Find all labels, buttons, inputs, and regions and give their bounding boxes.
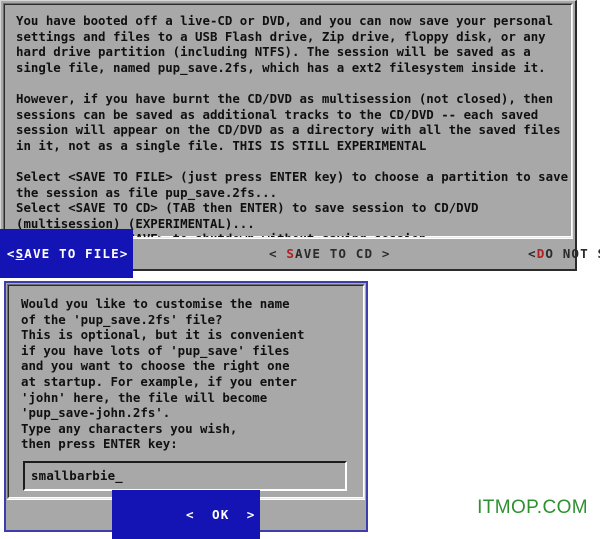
message-line: Select <SAVE TO FILE> (just press ENTER … — [16, 168, 569, 184]
save-to-cd-open-bracket: < — [268, 245, 287, 261]
message-line: settings and files to a USB Flash drive,… — [16, 28, 546, 44]
save-session-message-text: You have booted off a live-CD or DVD, an… — [16, 13, 569, 237]
message-line — [16, 75, 563, 91]
save-to-file-close-bracket: > — [119, 245, 129, 261]
save-session-dialog: You have booted off a live-CD or DVD, an… — [0, 0, 600, 278]
message-line: session will appear on the CD/DVD as a d… — [16, 122, 561, 138]
save-session-message-panel: You have booted off a live-CD or DVD, an… — [3, 3, 573, 238]
watermark-itmop: ITMOP.COM — [477, 497, 588, 518]
do-not-save-open-bracket: < — [528, 245, 537, 261]
customise-name-message-text: Would you like to customise the name of t… — [21, 296, 355, 452]
save-to-file-button[interactable]: <SAVE TO FILE> — [0, 228, 134, 278]
message-line: Type any characters you wish, — [21, 420, 238, 436]
filename-entry-wrapper: smallbarbie_ — [23, 460, 347, 491]
message-line: Would you like to customise the name — [21, 296, 290, 311]
do-not-save-button[interactable]: <DO NOT SAVE > — [455, 229, 600, 278]
message-line: if you have lots of 'pup_save' files — [21, 342, 290, 358]
save-to-cd-hotkey: S — [286, 245, 296, 261]
save-to-cd-close-bracket: > — [373, 245, 391, 261]
message-line: single file, named pup_save.2fs, which h… — [16, 59, 546, 75]
message-line — [16, 153, 563, 169]
message-line: 'pup_save-john.2fs'. — [21, 405, 171, 421]
message-line: then press ENTER key: — [21, 436, 178, 452]
filename-input[interactable]: smallbarbie_ — [23, 460, 347, 491]
message-line: This is optional, but it is convenient — [21, 327, 305, 343]
do-not-save-label: O NOT SAVE — [545, 245, 600, 261]
message-line: sessions can be saved as additional trac… — [16, 106, 539, 122]
save-to-file-open-bracket: < — [6, 245, 16, 261]
save-session-dialog-frame: You have booted off a live-CD or DVD, an… — [0, 0, 600, 278]
customise-name-button-bar: < OK > — [7, 490, 365, 539]
customise-name-dialog-frame: Would you like to customise the name of t… — [4, 281, 368, 539]
message-line: 'john' here, the file will become — [21, 389, 268, 405]
ok-label: OK — [203, 507, 239, 522]
message-line: in it, not as a single file. THIS IS STI… — [16, 137, 427, 153]
message-line: hard drive partition (including NTFS). T… — [16, 44, 531, 60]
message-line: of the 'pup_save.2fs' file? — [21, 311, 223, 327]
message-line: However, if you have burnt the CD/DVD as… — [16, 90, 554, 106]
save-session-button-bar: <SAVE TO FILE> < SAVE TO CD > <DO NOT SA… — [0, 228, 600, 278]
message-line: the session as file pup_save.2fs... — [16, 184, 278, 200]
save-to-file-hotkey: S — [15, 245, 25, 261]
message-line: Select <SAVE TO CD> (TAB then ENTER) to … — [16, 200, 479, 216]
customise-name-message-panel-inner: Would you like to customise the name of t… — [8, 285, 364, 498]
save-to-cd-button[interactable]: < SAVE TO CD > — [195, 229, 394, 278]
customise-name-dialog: Would you like to customise the name of t… — [4, 281, 368, 539]
customise-name-message-panel: Would you like to customise the name of t… — [7, 284, 365, 499]
save-session-message-panel-inner: You have booted off a live-CD or DVD, an… — [4, 4, 572, 237]
ok-button[interactable]: < OK > — [111, 490, 261, 539]
save-to-file-label: AVE TO FILE — [24, 245, 120, 261]
save-to-cd-label: AVE TO CD — [295, 245, 374, 261]
ok-close-bracket: > — [238, 507, 256, 522]
message-line: at startup. For example, if you enter — [21, 373, 298, 389]
message-line: You have booted off a live-CD or DVD, an… — [16, 13, 554, 28]
ok-open-bracket: < — [185, 507, 204, 522]
message-line: and you want to choose the right one — [21, 358, 290, 374]
filename-input-value: smallbarbie_ — [31, 468, 123, 484]
